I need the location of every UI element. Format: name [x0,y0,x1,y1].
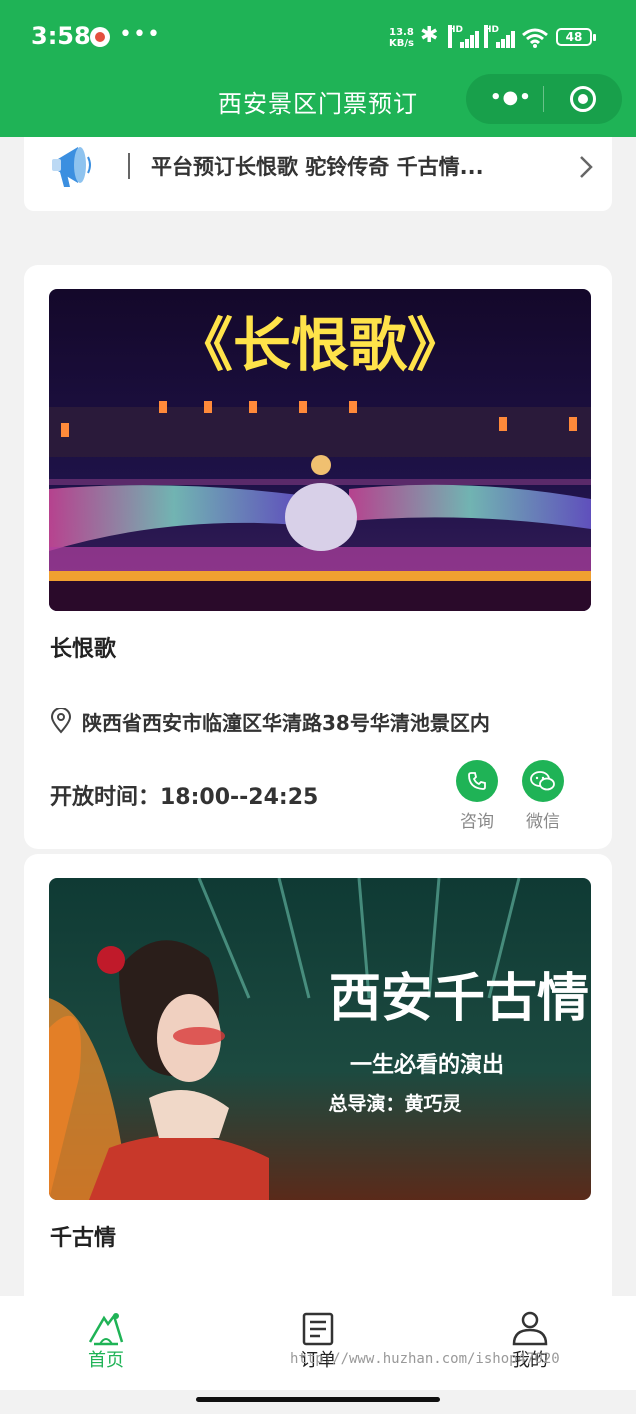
scenic-address: 陕西省西安市临潼区华清路38号华清池景区内 [82,711,490,735]
watermark: http://www.huzhan.com/ishop47020 [290,1351,560,1367]
chevron-right-icon[interactable] [578,154,594,180]
consult-label: 咨询 [460,812,494,832]
notice-bar[interactable]: 平台预订长恨歌 驼铃传奇 千古情... [24,137,612,211]
target-icon[interactable] [570,86,596,112]
signal-icon: HD [448,25,482,48]
image-director: 总导演：黄巧灵 [328,1092,462,1115]
scenic-card[interactable]: 《长恨歌》 长恨歌 陕西省西安市临潼区华清路38号华清池景区内 开放时间：18:… [24,265,612,849]
image-subtitle: 一生必看的演出 [350,1052,504,1078]
scenic-name: 千古情 [50,1226,117,1251]
tab-bar: 首页 订单 我的 [0,1296,636,1390]
wechat-icon [530,771,555,791]
notice-divider [128,153,130,179]
top-bar: 3:58 ••• 13.8 KB/s ✱ HD HD 48 西安景区门票预订 •… [0,0,636,137]
scenic-photo: 西安千古情 一生必看的演出 总导演：黄巧灵 [49,878,591,1200]
status-bar: 3:58 ••• 13.8 KB/s ✱ HD HD 48 [0,0,636,74]
tab-home[interactable]: 首页 [56,1310,156,1372]
image-title: 《长恨歌》 [175,313,465,378]
battery-icon: 48 [556,28,596,46]
signal-icon-2: HD [484,25,518,48]
megaphone-icon [52,147,91,187]
notice-text: 平台预订长恨歌 驼铃传奇 千古情... [151,155,484,179]
consult-button[interactable]: 咨询 [452,760,502,832]
scenic-home-icon [88,1313,124,1346]
bluetooth-icon: ✱ [420,23,439,48]
scenic-name: 长恨歌 [50,637,117,662]
network-speed: 13.8 KB/s [389,27,414,49]
more-dots-icon[interactable]: •●• [490,87,532,108]
status-more: ••• [119,22,161,47]
capsule-divider [543,86,544,112]
wifi-icon [522,28,548,48]
phone-icon [468,772,486,790]
signal-hd-label: HD [448,25,463,48]
scenic-card[interactable]: 西安千古情 一生必看的演出 总导演：黄巧灵 千古情 [24,854,612,1314]
wechat-label: 微信 [526,812,560,832]
order-icon [302,1312,334,1346]
wechat-button[interactable]: 微信 [518,760,568,832]
location-pin-icon [50,708,72,734]
tab-home-label: 首页 [88,1350,124,1371]
network-speed-value: 13.8 [389,27,414,38]
scenic-photo: 《长恨歌》 [49,289,591,611]
notification-app-icon [90,27,110,47]
scenic-hours: 开放时间：18:00--24:25 [50,785,319,810]
image-title: 西安千古情 [329,968,589,1029]
mini-program-capsule: •●• [466,74,622,124]
user-icon [512,1311,548,1346]
home-indicator[interactable] [196,1397,440,1402]
status-time: 3:58 [31,22,91,50]
signal-hd-label-2: HD [484,25,499,48]
network-speed-unit: KB/s [389,38,414,49]
